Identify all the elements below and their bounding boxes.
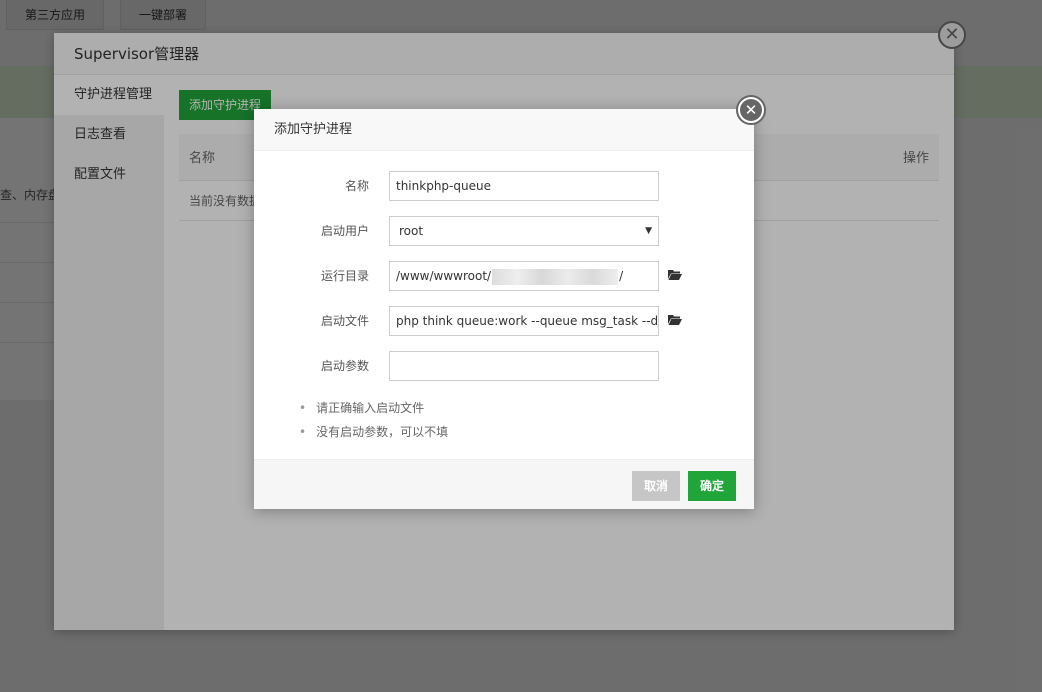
dir-value-suffix: / xyxy=(619,269,624,283)
file-input[interactable]: php think queue:work --queue msg_task --… xyxy=(389,306,659,336)
args-label: 启动参数 xyxy=(320,359,369,373)
form-row-name: 名称 thinkphp-queue xyxy=(254,171,754,201)
file-label: 启动文件 xyxy=(320,314,369,328)
user-select-value: root xyxy=(399,224,424,238)
dialog-footer: 取消 确定 xyxy=(254,459,754,509)
confirm-button[interactable]: 确定 xyxy=(688,471,737,501)
form-row-file: 启动文件 php think queue:work --queue msg_ta… xyxy=(254,306,754,336)
tips-list: 请正确输入启动文件 没有启动参数，可以不填 xyxy=(299,396,448,444)
form-row-args: 启动参数 xyxy=(254,351,754,381)
dialog-close-icon[interactable]: ✕ xyxy=(736,95,766,125)
dir-value-prefix: /www/wwwroot/ xyxy=(396,269,492,283)
folder-open-icon[interactable] xyxy=(668,269,682,280)
args-input[interactable] xyxy=(389,351,659,381)
tip-item: 没有启动参数，可以不填 xyxy=(299,420,448,444)
add-daemon-dialog: 添加守护进程 名称 thinkphp-queue 启动用户 root ▼ 运行目… xyxy=(254,109,754,509)
close-icon: ✕ xyxy=(744,100,758,119)
dialog-title: 添加守护进程 xyxy=(254,109,754,151)
form-row-dir: 运行目录 /www/wwwroot/ / xyxy=(254,261,754,291)
user-label: 启动用户 xyxy=(320,224,369,238)
form-row-user: 启动用户 root ▼ xyxy=(254,216,754,246)
dir-input[interactable]: /www/wwwroot/ / xyxy=(389,261,659,291)
dir-label: 运行目录 xyxy=(320,269,369,283)
name-label: 名称 xyxy=(344,179,369,193)
folder-open-icon[interactable] xyxy=(668,314,682,325)
user-select[interactable]: root ▼ xyxy=(389,216,659,246)
cancel-button[interactable]: 取消 xyxy=(632,471,681,501)
redacted-path xyxy=(492,268,619,285)
name-input[interactable]: thinkphp-queue xyxy=(389,171,659,201)
tip-item: 请正确输入启动文件 xyxy=(299,396,448,420)
chevron-down-icon: ▼ xyxy=(645,226,652,236)
